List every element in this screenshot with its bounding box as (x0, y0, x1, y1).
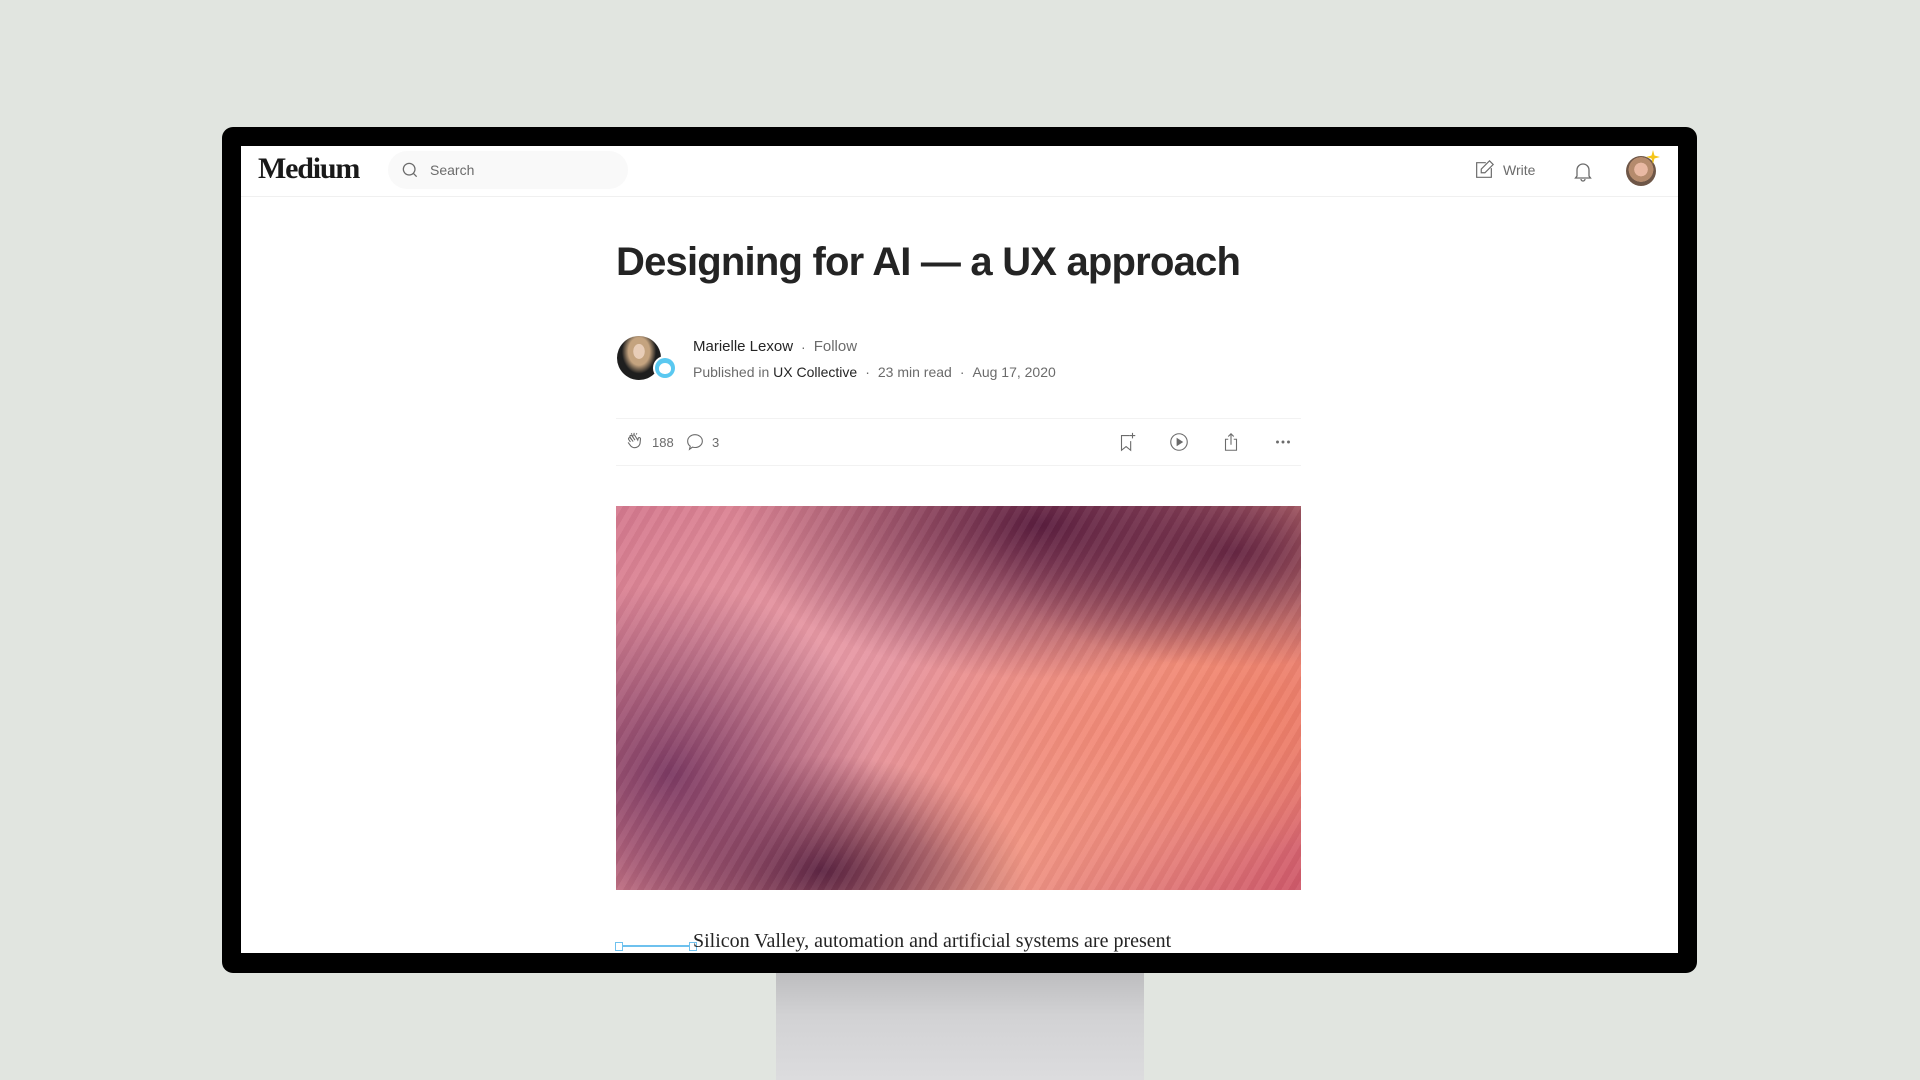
comment-icon (687, 434, 703, 451)
hero-image-canyon (616, 506, 1301, 890)
publication-badge[interactable] (653, 356, 677, 380)
monitor-stand (776, 973, 1144, 1080)
write-label: Write (1503, 162, 1536, 178)
text-selection-handle[interactable] (615, 942, 697, 951)
listen-button[interactable] (1168, 431, 1190, 453)
member-star-icon (1646, 150, 1660, 164)
responses-button[interactable]: 3 (684, 431, 719, 453)
published-in-label: Published in UX Collective (693, 364, 858, 380)
bell-icon[interactable] (1571, 159, 1595, 183)
separator: · (865, 364, 870, 380)
write-button[interactable]: Write (1473, 159, 1535, 181)
medium-logo[interactable]: Medium (258, 152, 360, 186)
clap-icon (627, 432, 642, 449)
read-time: 23 min read (877, 364, 952, 380)
clap-count: 188 (652, 434, 674, 450)
author-line: Marielle Lexow · Follow (693, 338, 857, 355)
play-icon (1170, 433, 1188, 451)
article-action-bar: 188 3 (616, 418, 1301, 466)
separator: · (959, 364, 965, 380)
clap-button[interactable]: 188 (624, 431, 674, 453)
publication-link[interactable]: UX Collective (773, 364, 857, 380)
search-input[interactable] (430, 162, 610, 178)
more-button[interactable] (1272, 431, 1294, 453)
share-icon (1224, 432, 1238, 451)
separator: · (801, 338, 806, 355)
write-icon (1476, 159, 1495, 178)
save-button[interactable] (1116, 431, 1138, 453)
top-navigation: Medium Write (241, 146, 1678, 197)
response-count: 3 (712, 434, 720, 450)
bookmark-add-icon (1120, 432, 1136, 452)
search-bar[interactable] (388, 151, 628, 189)
follow-button[interactable]: Follow (814, 338, 857, 355)
publish-date: Aug 17, 2020 (972, 364, 1056, 380)
article-body-first-line: Silicon Valley, automation and artificia… (693, 930, 1172, 952)
search-icon (402, 162, 418, 178)
browser-screen: Medium Write Designing for AI — a UX app… (241, 146, 1678, 953)
polar-bear-icon (655, 358, 675, 378)
share-button[interactable] (1220, 431, 1242, 453)
author-name[interactable]: Marielle Lexow (693, 338, 793, 355)
publication-line: Published in UX Collective · 23 min read… (693, 364, 1056, 380)
article-title: Designing for AI — a UX approach (616, 240, 1241, 284)
more-icon (1276, 440, 1290, 444)
